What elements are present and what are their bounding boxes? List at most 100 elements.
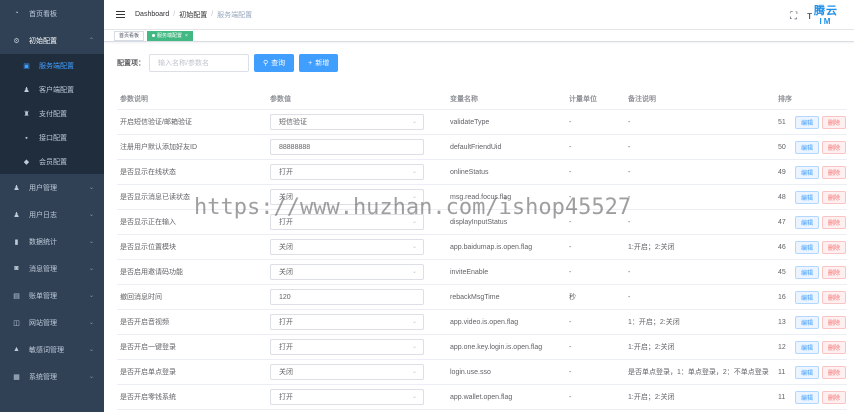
chart-icon: ▮	[14, 238, 19, 246]
delete-button[interactable]: 删除	[822, 140, 847, 154]
param-value-input[interactable]: 88888888	[270, 139, 424, 155]
delete-button[interactable]: 删除	[822, 315, 847, 329]
chevron-down-icon: ⌄	[88, 320, 94, 326]
sidebar-item[interactable]: ▲ 敏感词管理 ⌄	[0, 336, 104, 363]
edit-button[interactable]: 编辑	[795, 340, 820, 354]
param-value-select[interactable]: 关闭 ⌄	[270, 364, 424, 380]
sort: 51	[778, 118, 786, 126]
var-name: app.baidumap.is.open.flag	[450, 243, 533, 251]
edit-button[interactable]: 编辑	[795, 315, 820, 329]
sort: 11	[778, 368, 786, 376]
sidebar-item[interactable]: ♜ 支付配置	[0, 102, 104, 126]
chevron-down-icon: ⌄	[411, 394, 417, 400]
edit-button[interactable]: 编辑	[795, 215, 820, 229]
param-desc: 是否显示正在输入	[120, 219, 176, 226]
unit: -	[569, 343, 572, 351]
sidebar-item[interactable]: ▪ 接口配置	[0, 126, 104, 150]
param-value-select[interactable]: 打开 ⌄	[270, 164, 424, 180]
hamburger-icon[interactable]	[116, 11, 125, 18]
sidebar-item[interactable]: ◆ 会员配置	[0, 150, 104, 174]
delete-button[interactable]: 删除	[822, 365, 847, 379]
edit-button[interactable]: 编辑	[795, 190, 820, 204]
sidebar-item[interactable]: ♟ 用户日志 ⌄	[0, 201, 104, 228]
sidebar-item[interactable]: ◙ 消息管理 ⌄	[0, 255, 104, 282]
sidebar-item[interactable]: ▮ 数据统计 ⌄	[0, 228, 104, 255]
query-button[interactable]: ⚲ 查询	[254, 54, 295, 72]
delete-button[interactable]: 删除	[822, 290, 847, 304]
edit-button[interactable]: 编辑	[795, 390, 820, 404]
sort: 47	[778, 218, 786, 226]
sort: 45	[778, 268, 786, 276]
sidebar-item-label: 网站管理	[29, 319, 57, 327]
sidebar-item[interactable]: ▤ 账单管理 ⌄	[0, 282, 104, 309]
tag-server-config[interactable]: 服务端配置 ×	[147, 30, 193, 41]
delete-button[interactable]: 删除	[822, 165, 847, 179]
sidebar-item[interactable]: ⚙ 初始配置 ⌃	[0, 27, 104, 54]
breadcrumb-dashboard[interactable]: Dashboard	[135, 11, 169, 18]
chevron-down-icon: ⌄	[88, 374, 94, 380]
sidebar-item[interactable]: ◔ 首页看板	[0, 0, 104, 27]
param-value-select[interactable]: 打开 ⌄	[270, 389, 424, 405]
sidebar-item[interactable]: ▦ 系统管理 ⌄	[0, 363, 104, 390]
delete-button[interactable]: 删除	[822, 240, 847, 254]
fullscreen-icon[interactable]: ⛶	[790, 11, 797, 22]
edit-button[interactable]: 编辑	[795, 265, 820, 279]
note: 1：开启；2:关闭	[628, 319, 680, 326]
sort: 48	[778, 193, 786, 201]
delete-button[interactable]: 删除	[822, 265, 847, 279]
sidebar-item[interactable]: ♟ 客户端配置	[0, 78, 104, 102]
param-desc: 是否开启零钱系统	[120, 394, 176, 401]
edit-button[interactable]: 编辑	[795, 165, 820, 179]
edit-button[interactable]: 编辑	[795, 240, 820, 254]
delete-button[interactable]: 删除	[822, 215, 847, 229]
config-table: 参数说明 参数值 变量名称 计量单位 备注说明 排序 开启短信验证/邮箱验证 短信…	[117, 88, 847, 410]
api-icon: ▪	[25, 134, 28, 142]
close-icon[interactable]: ×	[185, 33, 188, 39]
var-name: defaultFriendUid	[450, 143, 502, 151]
note: 1:开启；2:关闭	[628, 344, 675, 351]
sidebar-item[interactable]: ▣ 服务端配置	[0, 54, 104, 78]
search-bar: 配置项： 输入名称/参数名 ⚲ 查询 + 新增	[117, 54, 343, 72]
param-value-select[interactable]: 打开 ⌄	[270, 314, 424, 330]
edit-button[interactable]: 编辑	[795, 115, 820, 129]
chevron-down-icon: ⌄	[411, 344, 417, 350]
log-icon: ♟	[13, 211, 20, 219]
var-name: inviteEnable	[450, 268, 489, 276]
edit-button[interactable]: 编辑	[795, 290, 820, 304]
delete-button[interactable]: 删除	[822, 390, 847, 404]
param-value-select[interactable]: 打开 ⌄	[270, 339, 424, 355]
watermark: https://www.huzhan.com/ishop45527	[194, 195, 632, 220]
param-value-select[interactable]: 关闭 ⌄	[270, 239, 424, 255]
search-input[interactable]: 输入名称/参数名	[149, 54, 249, 72]
edit-button[interactable]: 编辑	[795, 140, 820, 154]
param-value-input[interactable]: 120	[270, 289, 424, 305]
header-unit: 计量单位	[569, 95, 597, 103]
add-button[interactable]: + 新增	[299, 54, 339, 72]
edit-button[interactable]: 编辑	[795, 365, 820, 379]
table-row: 是否显示在线状态 打开 ⌄ onlineStatus - - 49 编辑 删除	[117, 160, 847, 185]
users-icon: ♟	[13, 184, 20, 192]
delete-button[interactable]: 删除	[822, 340, 847, 354]
warning-icon: ▲	[13, 346, 20, 353]
sidebar-item[interactable]: ♟ 用户管理 ⌄	[0, 174, 104, 201]
var-name: validateType	[450, 118, 490, 126]
note: -	[628, 293, 631, 301]
param-value-select[interactable]: 短信验证 ⌄	[270, 114, 424, 130]
sidebar-item[interactable]: ◫ 网站管理 ⌄	[0, 309, 104, 336]
sidebar-item-label: 服务端配置	[39, 63, 74, 70]
server-icon: ▣	[23, 63, 30, 70]
tag-home[interactable]: 首页看板	[114, 30, 145, 41]
delete-button[interactable]: 删除	[822, 115, 847, 129]
var-name: app.wallet.open.flag	[450, 393, 513, 401]
breadcrumb-init-config[interactable]: 初始配置	[179, 10, 207, 20]
font-size-icon[interactable]: T	[807, 12, 812, 21]
table-row: 开启短信验证/邮箱验证 短信验证 ⌄ validateType - - 51 编辑 删除	[117, 110, 847, 135]
var-name: app.one.key.login.is.open.flag	[450, 343, 543, 351]
delete-button[interactable]: 删除	[822, 190, 847, 204]
breadcrumb: Dashboard / 初始配置 / 服务端配置	[135, 10, 253, 20]
param-value-select[interactable]: 关闭 ⌄	[270, 264, 424, 280]
sidebar-item-label: 数据统计	[29, 238, 57, 246]
navbar: Dashboard / 初始配置 / 服务端配置 ⛶ T 腾云 IM	[104, 0, 854, 30]
table-row: 撤回消息时间 120 rebackMsgTime 秒 - 16 编辑 删除	[117, 285, 847, 310]
table-row: 是否启用邀请码功能 关闭 ⌄ inviteEnable - - 45 编辑 删除	[117, 260, 847, 285]
